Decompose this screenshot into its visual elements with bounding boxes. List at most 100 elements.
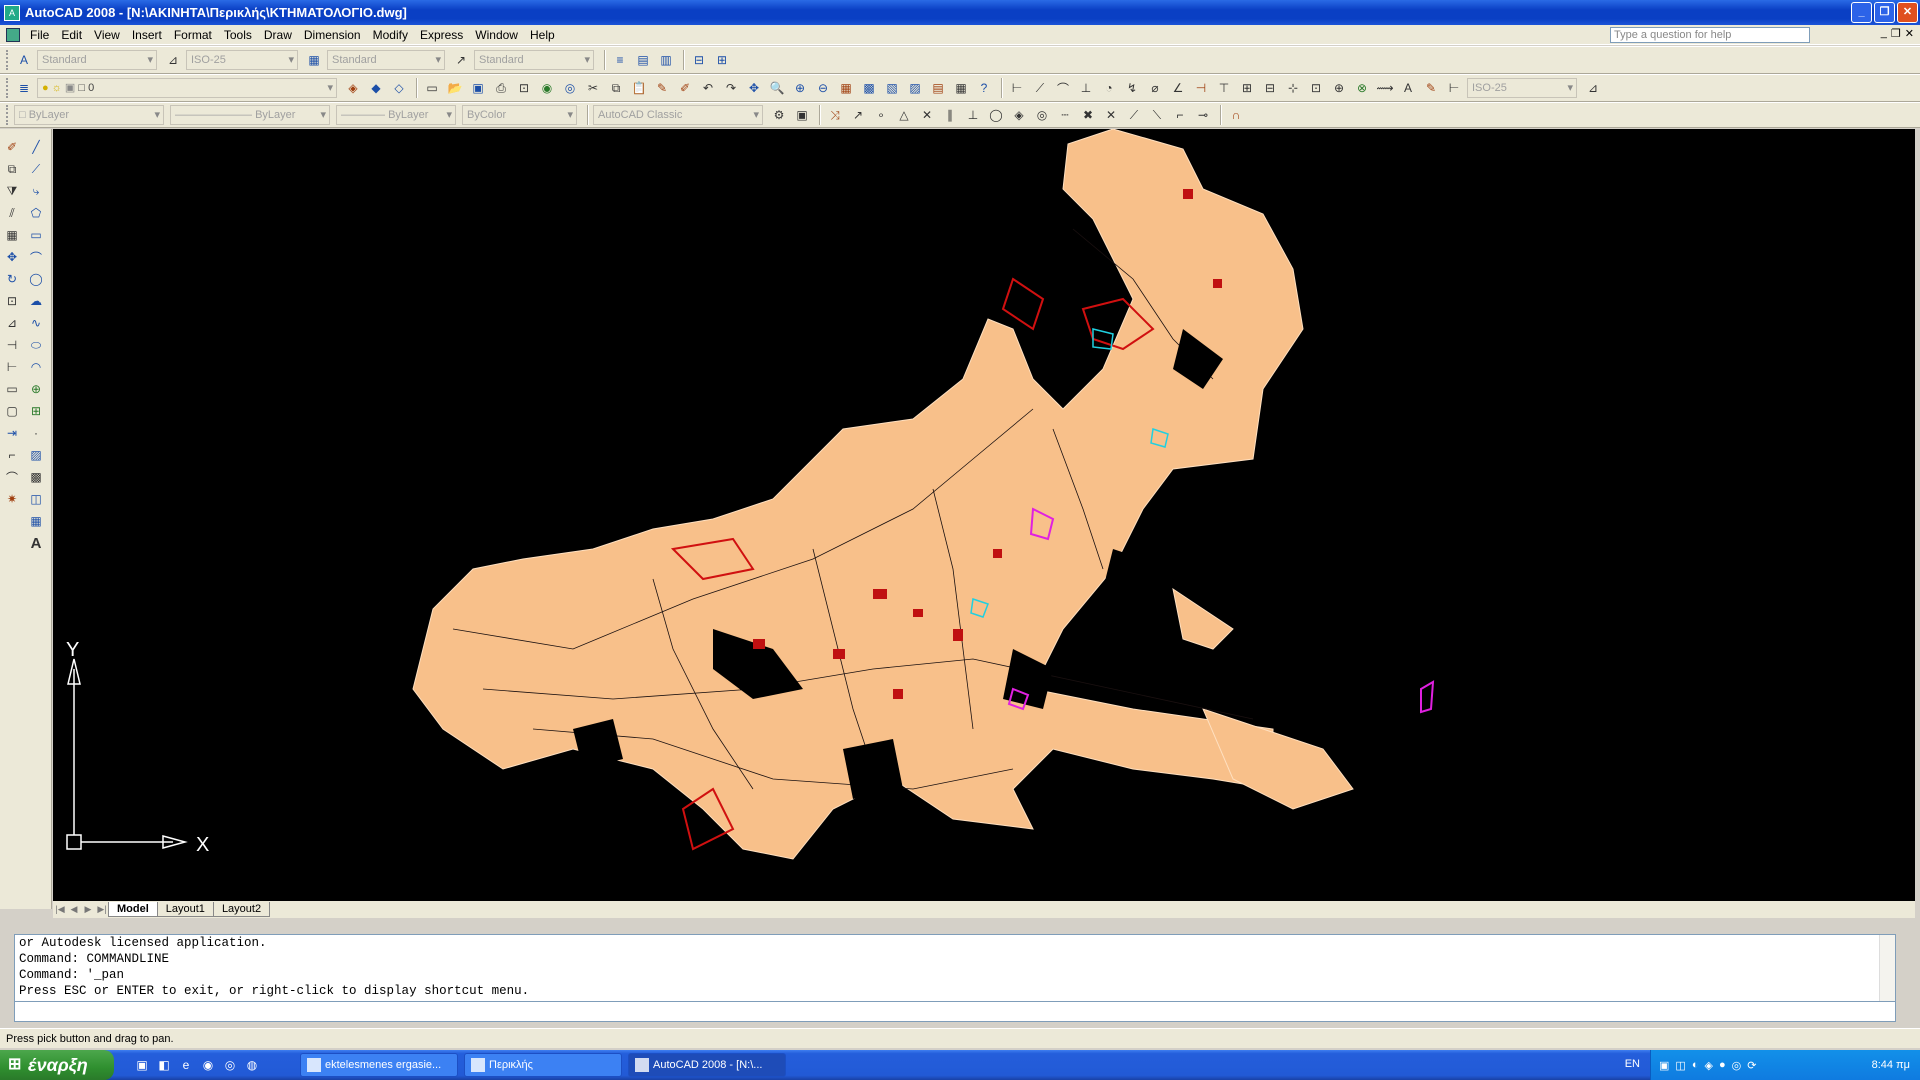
sheet-set-icon[interactable]: ⊞ [712,50,732,70]
construction-line-icon[interactable]: ⟋ [26,159,46,179]
doc-restore-icon[interactable]: ❐ [1891,27,1901,40]
lineweight-select[interactable]: ———— ByLayer [336,105,456,125]
linear-dimension-icon[interactable]: ⊢ [1007,78,1027,98]
snap-from-icon[interactable]: ↗ [848,105,868,125]
layer-previous-icon[interactable]: ◆ [366,78,386,98]
new-icon[interactable]: ▭ [422,78,442,98]
menu-modify[interactable]: Modify [367,25,414,45]
join-icon[interactable]: ⇥ [2,423,22,443]
tab-model[interactable]: Model [108,902,158,917]
quickcalc-icon[interactable]: ▦ [951,78,971,98]
polyline-icon[interactable]: ⤷ [26,181,46,201]
task-word-document[interactable]: ektelesmenes ergasie... [300,1053,458,1077]
snap-endpoint-icon[interactable]: ∘ [871,105,891,125]
menu-file[interactable]: File [24,25,55,45]
tab-next-icon[interactable]: ▶ [81,904,95,915]
table-style-icon[interactable]: ▦ [304,50,324,70]
plotstyle-select[interactable]: ByColor [462,105,577,125]
polygon-icon[interactable]: ⬠ [26,203,46,223]
extend-icon[interactable]: ⊢ [2,357,22,377]
tool-palettes-window-icon[interactable]: ▧ [882,78,902,98]
jogged-icon[interactable]: ↯ [1122,78,1142,98]
block-editor-icon[interactable]: ✐ [675,78,695,98]
menu-insert[interactable]: Insert [126,25,168,45]
command-scrollbar[interactable] [1879,935,1895,1001]
cut-icon[interactable]: ✂ [583,78,603,98]
copy-object-icon[interactable]: ⧉ [2,159,22,179]
tolerance-icon[interactable]: ⊡ [1306,78,1326,98]
explorer-icon[interactable]: ◧ [156,1057,172,1073]
tab-first-icon[interactable]: |◀ [53,904,67,915]
osnap-settings-icon[interactable]: ⊸ [1193,105,1213,125]
scale-icon[interactable]: ⊡ [2,291,22,311]
text-style-select[interactable]: Standard [37,50,157,70]
dim-style-manager-icon[interactable]: ⊿ [1583,78,1603,98]
dim-space-icon[interactable]: ⊟ [1260,78,1280,98]
task-folder[interactable]: Περικλής [464,1053,622,1077]
make-current-layer-icon[interactable]: ◈ [343,78,363,98]
revision-cloud-icon[interactable]: ☁ [26,291,46,311]
arc-icon[interactable]: ⌒ [26,247,46,267]
snap-nearest-icon[interactable]: ⟍ [1147,105,1167,125]
radius-icon[interactable]: ◔ [1099,78,1119,98]
design-center-icon[interactable]: ▩ [859,78,879,98]
explode-icon[interactable]: ✷ [2,489,22,509]
chrome-icon[interactable]: ◉ [200,1057,216,1073]
magnet-icon[interactable]: ∩ [1226,105,1246,125]
table-icon[interactable]: ▦ [26,511,46,531]
workspace-settings-icon[interactable]: ⚙ [769,105,789,125]
color-select[interactable]: □ ByLayer [14,105,164,125]
drawing-canvas[interactable]: X Y [53,129,1915,901]
layer-manager-icon[interactable]: ≣ [14,78,34,98]
task-autocad[interactable]: AutoCAD 2008 - [N:\... [628,1053,786,1077]
doc-minimize-icon[interactable]: _ [1881,27,1887,40]
redo-icon[interactable]: ↷ [721,78,741,98]
tray-antivirus-icon[interactable]: ● [1719,1059,1726,1071]
aligned-dimension-icon[interactable]: ⟋ [1030,78,1050,98]
tab-layout2[interactable]: Layout2 [212,902,271,917]
dim-style-select-right[interactable]: ISO-25 [1467,78,1577,98]
insert-block-icon[interactable]: ⊕ [26,379,46,399]
region-icon[interactable]: ◫ [26,489,46,509]
stretch-icon[interactable]: ⊿ [2,313,22,333]
zoom-window-icon[interactable]: ⊕ [790,78,810,98]
tab-last-icon[interactable]: ▶| [95,904,109,915]
publish-icon[interactable]: ◉ [537,78,557,98]
snap-insert-icon[interactable]: ✕ [1101,105,1121,125]
dim-update-icon[interactable]: ⊢ [1444,78,1464,98]
close-button[interactable]: ✕ [1897,2,1918,23]
firefox-icon[interactable]: ◍ [244,1057,260,1073]
clock[interactable]: 8:44 πμ [1872,1059,1910,1071]
menu-help[interactable]: Help [524,25,561,45]
snap-none-icon[interactable]: ⌐ [1170,105,1190,125]
rotate-icon[interactable]: ↻ [2,269,22,289]
zoom-previous-icon[interactable]: ⊖ [813,78,833,98]
snap-tangent-icon[interactable]: ◎ [1032,105,1052,125]
markup-set-icon[interactable]: ▤ [928,78,948,98]
mirror-icon[interactable]: ⧩ [2,181,22,201]
snap-parallel-icon[interactable]: ∥ [940,105,960,125]
table-style-select[interactable]: Standard [327,50,445,70]
mleader-style-icon[interactable]: ↗ [451,50,471,70]
tray-network-icon[interactable]: ◫ [1675,1059,1685,1072]
help-icon[interactable]: ? [974,78,994,98]
layers-icon[interactable]: ≡ [610,50,630,70]
tray-security-icon[interactable]: ◈ [1704,1059,1712,1072]
restore-button[interactable]: ❐ [1874,2,1895,23]
layer-states-icon[interactable]: ▤ [633,50,653,70]
arc-length-icon[interactable]: ⌒ [1053,78,1073,98]
pan-icon[interactable]: ✥ [744,78,764,98]
internet-explorer-icon[interactable]: e [178,1057,194,1073]
snap-extension-icon[interactable]: ┄ [1055,105,1075,125]
3d-dwf-icon[interactable]: ◎ [560,78,580,98]
snap-intersection-icon[interactable]: ✕ [917,105,937,125]
break-icon[interactable]: ▢ [2,401,22,421]
sheet-set-manager-icon[interactable]: ▨ [905,78,925,98]
tab-layout1[interactable]: Layout1 [156,902,214,917]
circle-icon[interactable]: ◯ [26,269,46,289]
help-search-input[interactable]: Type a question for help [1610,27,1810,43]
layer-states-icon[interactable]: ◇ [389,78,409,98]
snap-node-icon[interactable]: ⟋ [1124,105,1144,125]
linetype-select[interactable]: ——————— ByLayer [170,105,330,125]
center-mark-icon[interactable]: ⊕ [1329,78,1349,98]
